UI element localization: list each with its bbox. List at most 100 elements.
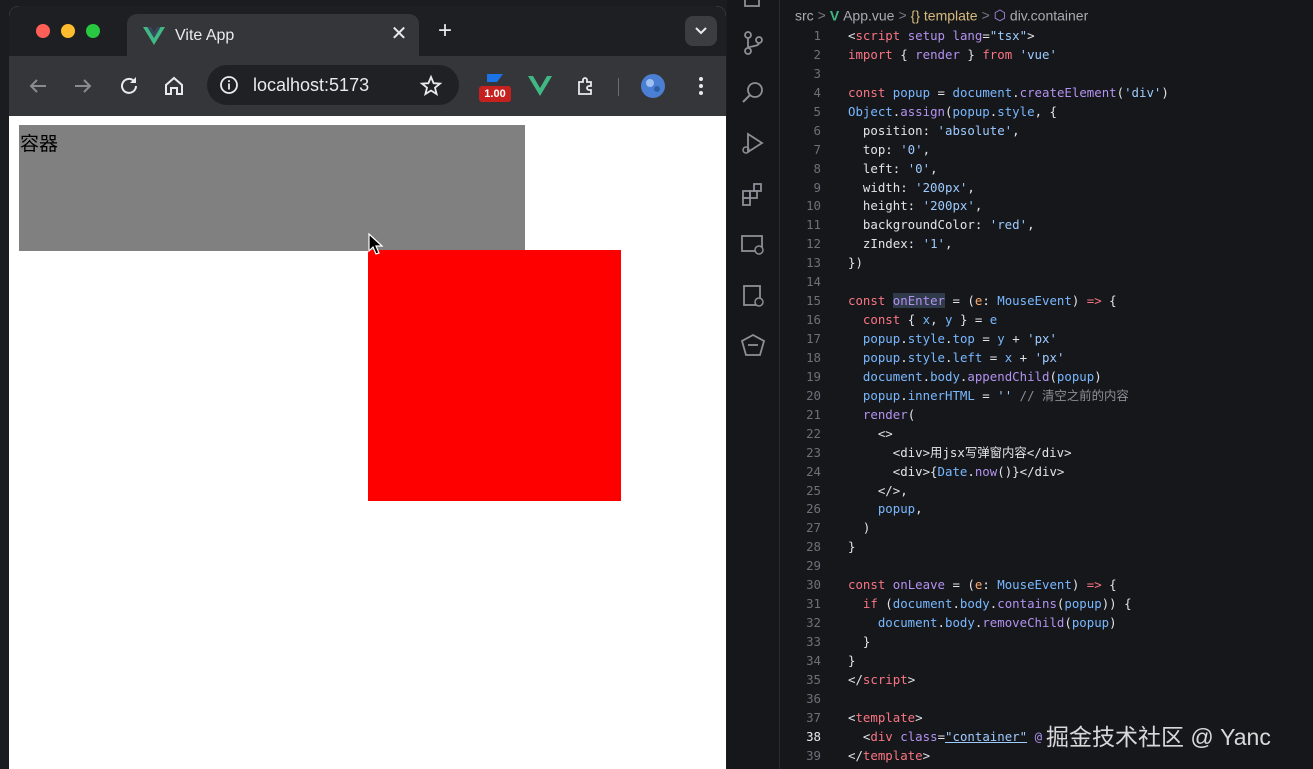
testing-icon[interactable] <box>740 283 766 309</box>
line-number: 19 <box>806 368 821 384</box>
line-source: } <box>848 634 871 649</box>
code-line[interactable]: 1 <script setup lang="tsx"> <box>787 27 1313 46</box>
container-div[interactable]: 容器 <box>19 125 525 251</box>
watermark: 掘金技术社区 @ Yanc <box>1046 724 1271 750</box>
code-line[interactable]: 15 const onEnter = (e: MouseEvent) => { <box>787 292 1313 311</box>
code-area[interactable]: 1 <script setup lang="tsx"> 2 import { rend… <box>787 27 1313 766</box>
search-icon[interactable] <box>740 80 766 106</box>
line-source: height: '200px', <box>848 198 983 214</box>
code-line[interactable]: 25 </>, <box>787 482 1313 501</box>
line-number: 23 <box>806 444 821 460</box>
line-source: <div>{Date.now()}</div> <box>848 463 1065 479</box>
code-line[interactable]: 13}) <box>787 254 1313 273</box>
code-line[interactable]: 27 ) <box>787 519 1313 538</box>
back-arrow-icon[interactable] <box>26 74 50 98</box>
breadcrumb: src > V App.vue >{} template > ⬡ div.containe… <box>795 6 1088 26</box>
maximize-window-button[interactable] <box>86 24 100 38</box>
code-line[interactable]: 28} <box>787 538 1313 557</box>
tab-vite-app[interactable]: Vite App ✕ <box>127 14 419 56</box>
tab-close-button[interactable]: ✕ <box>387 22 411 46</box>
code-line[interactable]: 30 const onLeave = (e: MouseEvent) => { <box>787 576 1313 595</box>
code-line[interactable]: 10 height: '200px', <box>787 197 1313 216</box>
minimize-window-button[interactable] <box>61 24 75 38</box>
breadcrumb-file[interactable]: App.vue <box>843 7 894 23</box>
line-number: 39 <box>806 747 821 763</box>
code-line[interactable]: 21 render( <box>787 406 1313 425</box>
run-debug-icon[interactable] <box>740 130 766 156</box>
code-line[interactable]: 36 <box>787 690 1313 709</box>
chevron-right-icon: > <box>817 7 826 24</box>
copilot-icon[interactable] <box>740 333 766 359</box>
code-line[interactable]: 26 popup, <box>787 500 1313 519</box>
close-window-button[interactable] <box>36 24 50 38</box>
code-line[interactable]: 9 width: '200px', <box>787 179 1313 198</box>
reload-icon[interactable] <box>117 74 141 98</box>
url-text: localhost:5173 <box>253 75 370 95</box>
chevron-down-icon <box>695 27 707 35</box>
element-icon: ⬡ <box>993 6 1007 23</box>
chevron-right-icon: > <box>981 7 990 24</box>
code-line[interactable]: 6 position: 'absolute', <box>787 122 1313 141</box>
line-number: 32 <box>806 615 821 631</box>
line-source: <script setup lang="tsx"> <box>848 28 1035 43</box>
line-source: left: '0', <box>848 160 938 176</box>
extensions-icon[interactable] <box>740 182 766 208</box>
breadcrumb-element[interactable]: div.container <box>1010 7 1088 23</box>
code-line[interactable]: 17 popup.style.top = y + 'px' <box>787 330 1313 349</box>
breadcrumb-section[interactable]: {} template <box>911 7 978 23</box>
code-line[interactable]: 35 </script> <box>787 671 1313 690</box>
line-source: const popup = document.createElement('di… <box>848 84 1169 100</box>
code-line[interactable]: 29 <box>787 557 1313 576</box>
code-line[interactable]: 19 document.body.appendChild(popup) <box>787 368 1313 387</box>
line-number: 6 <box>813 122 821 138</box>
breadcrumb-folder[interactable]: src <box>795 7 814 23</box>
code-line[interactable]: 33 } <box>787 633 1313 652</box>
line-number: 31 <box>806 596 821 612</box>
forward-arrow-icon[interactable] <box>71 74 95 98</box>
code-line[interactable]: 12 zIndex: '1', <box>787 235 1313 254</box>
code-line[interactable]: 18 popup.style.left = x + 'px' <box>787 349 1313 368</box>
code-line[interactable]: 34} <box>787 652 1313 671</box>
line-number: 38 <box>806 728 821 744</box>
code-line[interactable]: 22 <> <box>787 425 1313 444</box>
vue-devtools-icon[interactable] <box>528 74 552 98</box>
source-control-icon[interactable] <box>740 30 766 56</box>
extension-speed-badge[interactable]: 1.00 <box>479 86 511 102</box>
extensions-puzzle-icon[interactable] <box>574 74 598 98</box>
code-line[interactable]: 11 backgroundColor: 'red', <box>787 216 1313 235</box>
line-source: import { render } from 'vue' <box>848 46 1057 62</box>
line-source: width: '200px', <box>848 179 975 195</box>
line-source: const onEnter = (e: MouseEvent) => { <box>848 293 1117 309</box>
code-line[interactable]: 24 <div>{Date.now()}</div> <box>787 463 1313 482</box>
line-source: <> <box>848 425 893 441</box>
code-line[interactable]: 7 top: '0', <box>787 141 1313 160</box>
code-line[interactable]: 20 popup.innerHTML = '' // 清空之前的内容 <box>787 387 1313 406</box>
code-line[interactable]: 32 document.body.removeChild(popup) <box>787 614 1313 633</box>
line-source: popup.innerHTML = '' // 清空之前的内容 <box>862 387 1129 403</box>
line-number: 16 <box>806 312 821 328</box>
line-number: 8 <box>813 160 821 176</box>
page-viewport: 容器 <box>9 116 726 769</box>
more-menu-icon[interactable] <box>689 74 713 98</box>
home-icon[interactable] <box>162 74 186 98</box>
code-line[interactable]: 4 const popup = document.createElement('d… <box>787 84 1313 103</box>
remote-explorer-icon[interactable] <box>740 232 766 258</box>
code-line[interactable]: 31 if (document.body.contains(popup)) { <box>787 595 1313 614</box>
code-line[interactable]: 14 <box>787 273 1313 292</box>
profile-avatar-icon[interactable] <box>640 73 666 99</box>
tab-search-button[interactable] <box>685 16 717 46</box>
popup-div <box>368 250 621 501</box>
code-line[interactable]: 16 const { x, y } = e <box>787 311 1313 330</box>
code-line[interactable]: 23 <div>用jsx写弹窗内容</div> <box>787 444 1313 463</box>
code-line[interactable]: 5 Object.assign(popup.style, { <box>787 103 1313 122</box>
bookmark-star-icon[interactable] <box>419 74 443 98</box>
line-source: </script> <box>848 671 916 687</box>
line-source: document.body.appendChild(popup) <box>862 368 1102 384</box>
site-info-icon[interactable] <box>219 75 239 95</box>
explorer-icon[interactable] <box>740 0 766 18</box>
line-source: if (document.body.contains(popup)) { <box>862 596 1132 612</box>
code-line[interactable]: 3 <box>787 65 1313 84</box>
new-tab-button[interactable]: + <box>433 19 457 44</box>
code-line[interactable]: 8 left: '0', <box>787 160 1313 179</box>
code-line[interactable]: 2 import { render } from 'vue' <box>787 46 1313 65</box>
